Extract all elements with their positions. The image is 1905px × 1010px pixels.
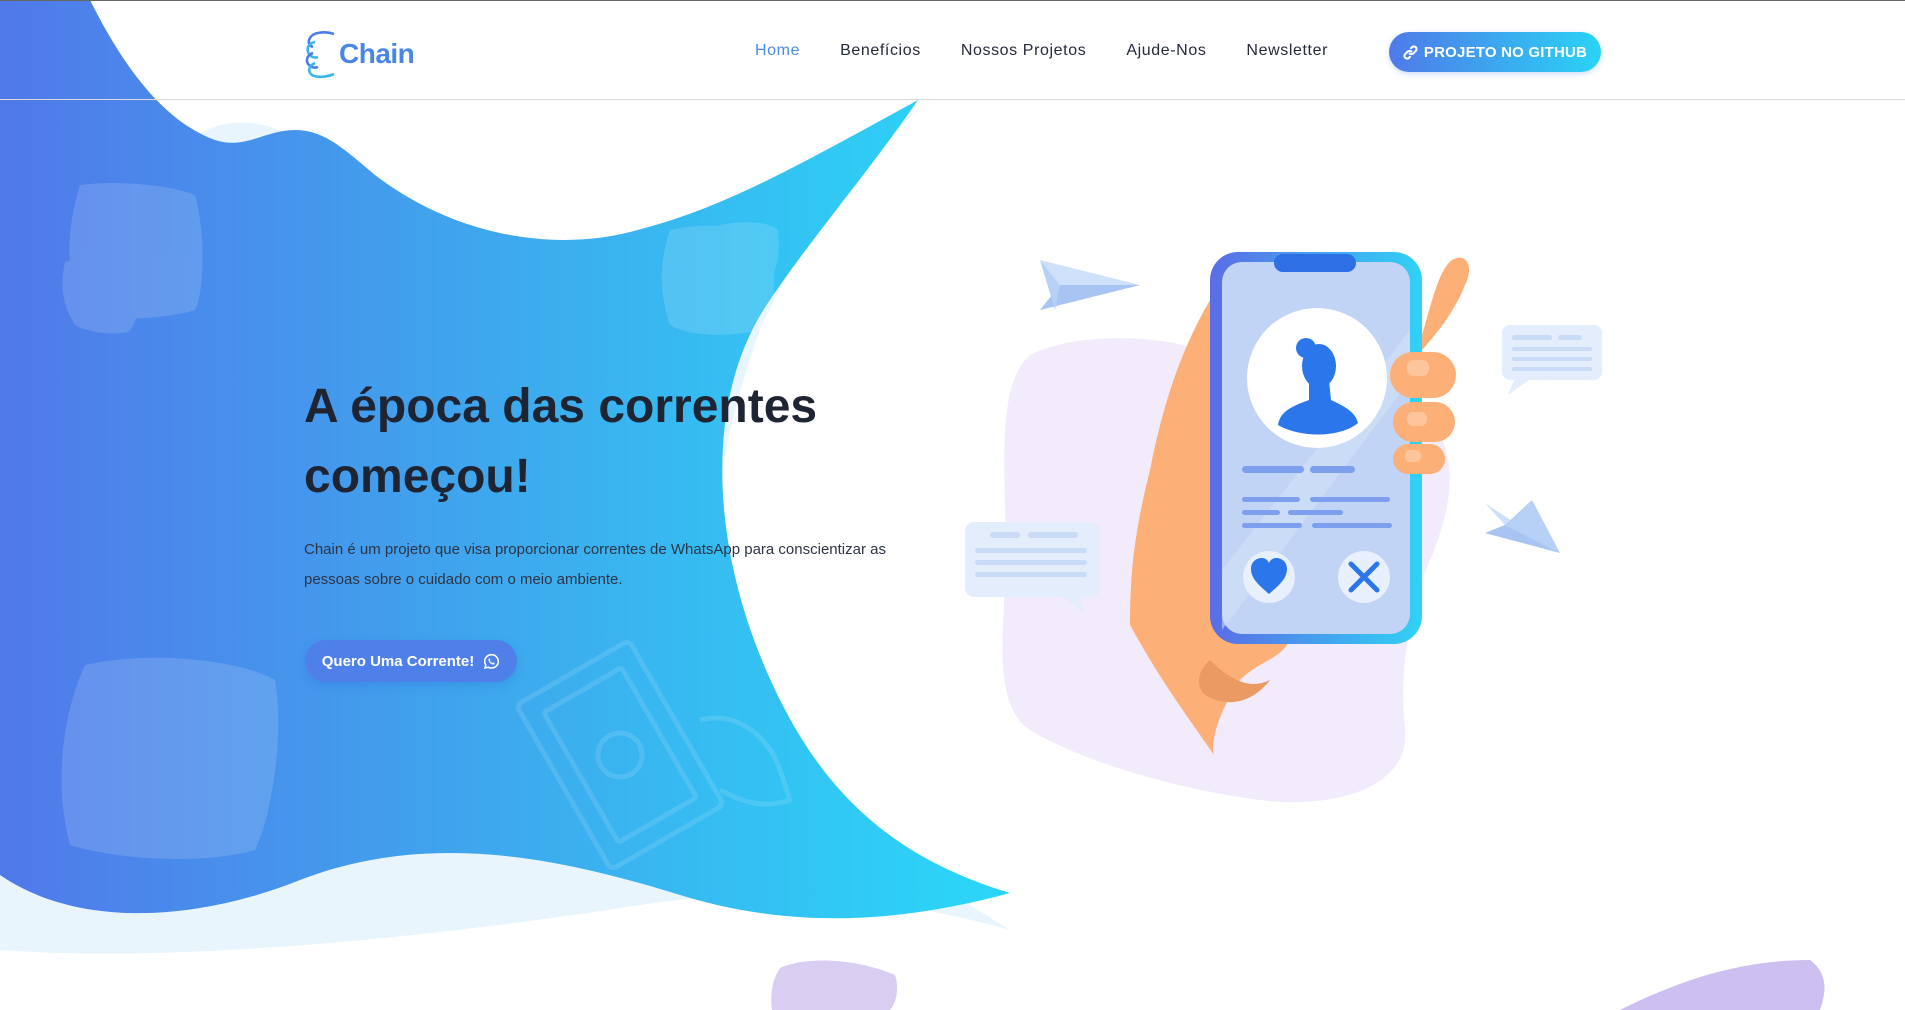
whatsapp-icon (484, 653, 500, 669)
brand-name: Chain (339, 38, 415, 69)
nav-item-beneficios[interactable]: Benefícios (840, 41, 921, 61)
nav-item-home[interactable]: Home (755, 41, 800, 61)
site-header: Chain Home Benefícios Nossos Projetos Aj… (0, 0, 1905, 100)
github-project-button[interactable]: PROJETO NO GITHUB (1389, 32, 1601, 72)
phone-hand-illustration (965, 252, 1602, 803)
chat-bubble-icon (1502, 325, 1602, 395)
nav-item-newsletter[interactable]: Newsletter (1246, 41, 1328, 61)
chain-link-icon (305, 31, 335, 79)
nav-item-ajude-nos[interactable]: Ajude-Nos (1126, 41, 1206, 61)
github-button-label: PROJETO NO GITHUB (1423, 43, 1588, 61)
hero-title: A época das correntes começou! (304, 372, 904, 512)
quero-corrente-button[interactable]: Quero Uma Corrente! (305, 640, 517, 682)
paper-plane-icon (1040, 260, 1140, 310)
cta-label: Quero Uma Corrente! (321, 652, 475, 670)
main-nav: Home Benefícios Nossos Projetos Ajude-No… (755, 41, 1368, 61)
hero-description: Chain é um projeto que visa proporcionar… (304, 541, 886, 588)
hero-title-line2: começou! (304, 450, 531, 503)
link-icon (1403, 44, 1418, 60)
hand-thumb (1422, 257, 1470, 350)
brand-logo[interactable]: Chain (303, 29, 415, 79)
hero-title-line1: A época das correntes (304, 380, 818, 433)
nav-item-nossos-projetos[interactable]: Nossos Projetos (961, 41, 1087, 61)
paper-plane-icon (1485, 500, 1560, 553)
phone-notch (1274, 254, 1356, 272)
